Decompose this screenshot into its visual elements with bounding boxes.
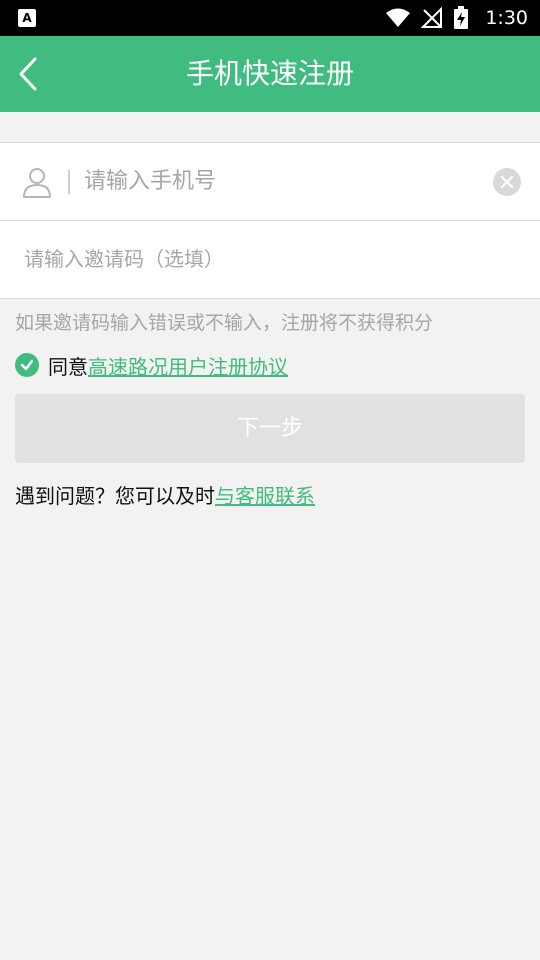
- status-bar: A 1:30: [0, 0, 540, 36]
- agreement-checkbox[interactable]: [15, 353, 39, 377]
- status-time: 1:30: [485, 7, 528, 29]
- phone-row: [0, 143, 540, 221]
- agreement-prefix: 同意: [48, 354, 88, 379]
- invite-row: [0, 221, 540, 298]
- agreement-link[interactable]: 高速路况用户注册协议: [88, 351, 288, 380]
- help-row: 遇到问题？您可以及时与客服联系: [15, 480, 315, 509]
- invite-code-input[interactable]: [24, 239, 504, 279]
- page-title: 手机快速注册: [185, 57, 354, 90]
- check-icon: [20, 359, 34, 371]
- input-divider: [68, 170, 70, 194]
- help-prefix: 遇到问题？您可以及时: [15, 484, 215, 508]
- invite-hint: 如果邀请码输入错误或不输入，注册将不获得积分: [15, 312, 434, 334]
- agreement-row: 同意 高速路况用户注册协议: [15, 350, 288, 380]
- clear-icon[interactable]: [493, 168, 521, 196]
- chevron-left-icon: [19, 57, 37, 91]
- app-notification-icon: A: [18, 9, 36, 27]
- phone-input[interactable]: [84, 161, 474, 201]
- register-form: [0, 142, 540, 299]
- back-button[interactable]: [8, 52, 48, 96]
- status-icons: 1:30: [385, 0, 528, 36]
- battery-charging-icon: [454, 6, 469, 29]
- app-header: 手机快速注册: [0, 36, 540, 112]
- no-signal-icon: [421, 7, 443, 28]
- user-icon: [22, 168, 52, 198]
- contact-support-link[interactable]: 与客服联系: [215, 484, 315, 508]
- wifi-icon: [386, 8, 411, 27]
- close-icon: [500, 175, 514, 189]
- next-button[interactable]: 下一步: [15, 394, 525, 463]
